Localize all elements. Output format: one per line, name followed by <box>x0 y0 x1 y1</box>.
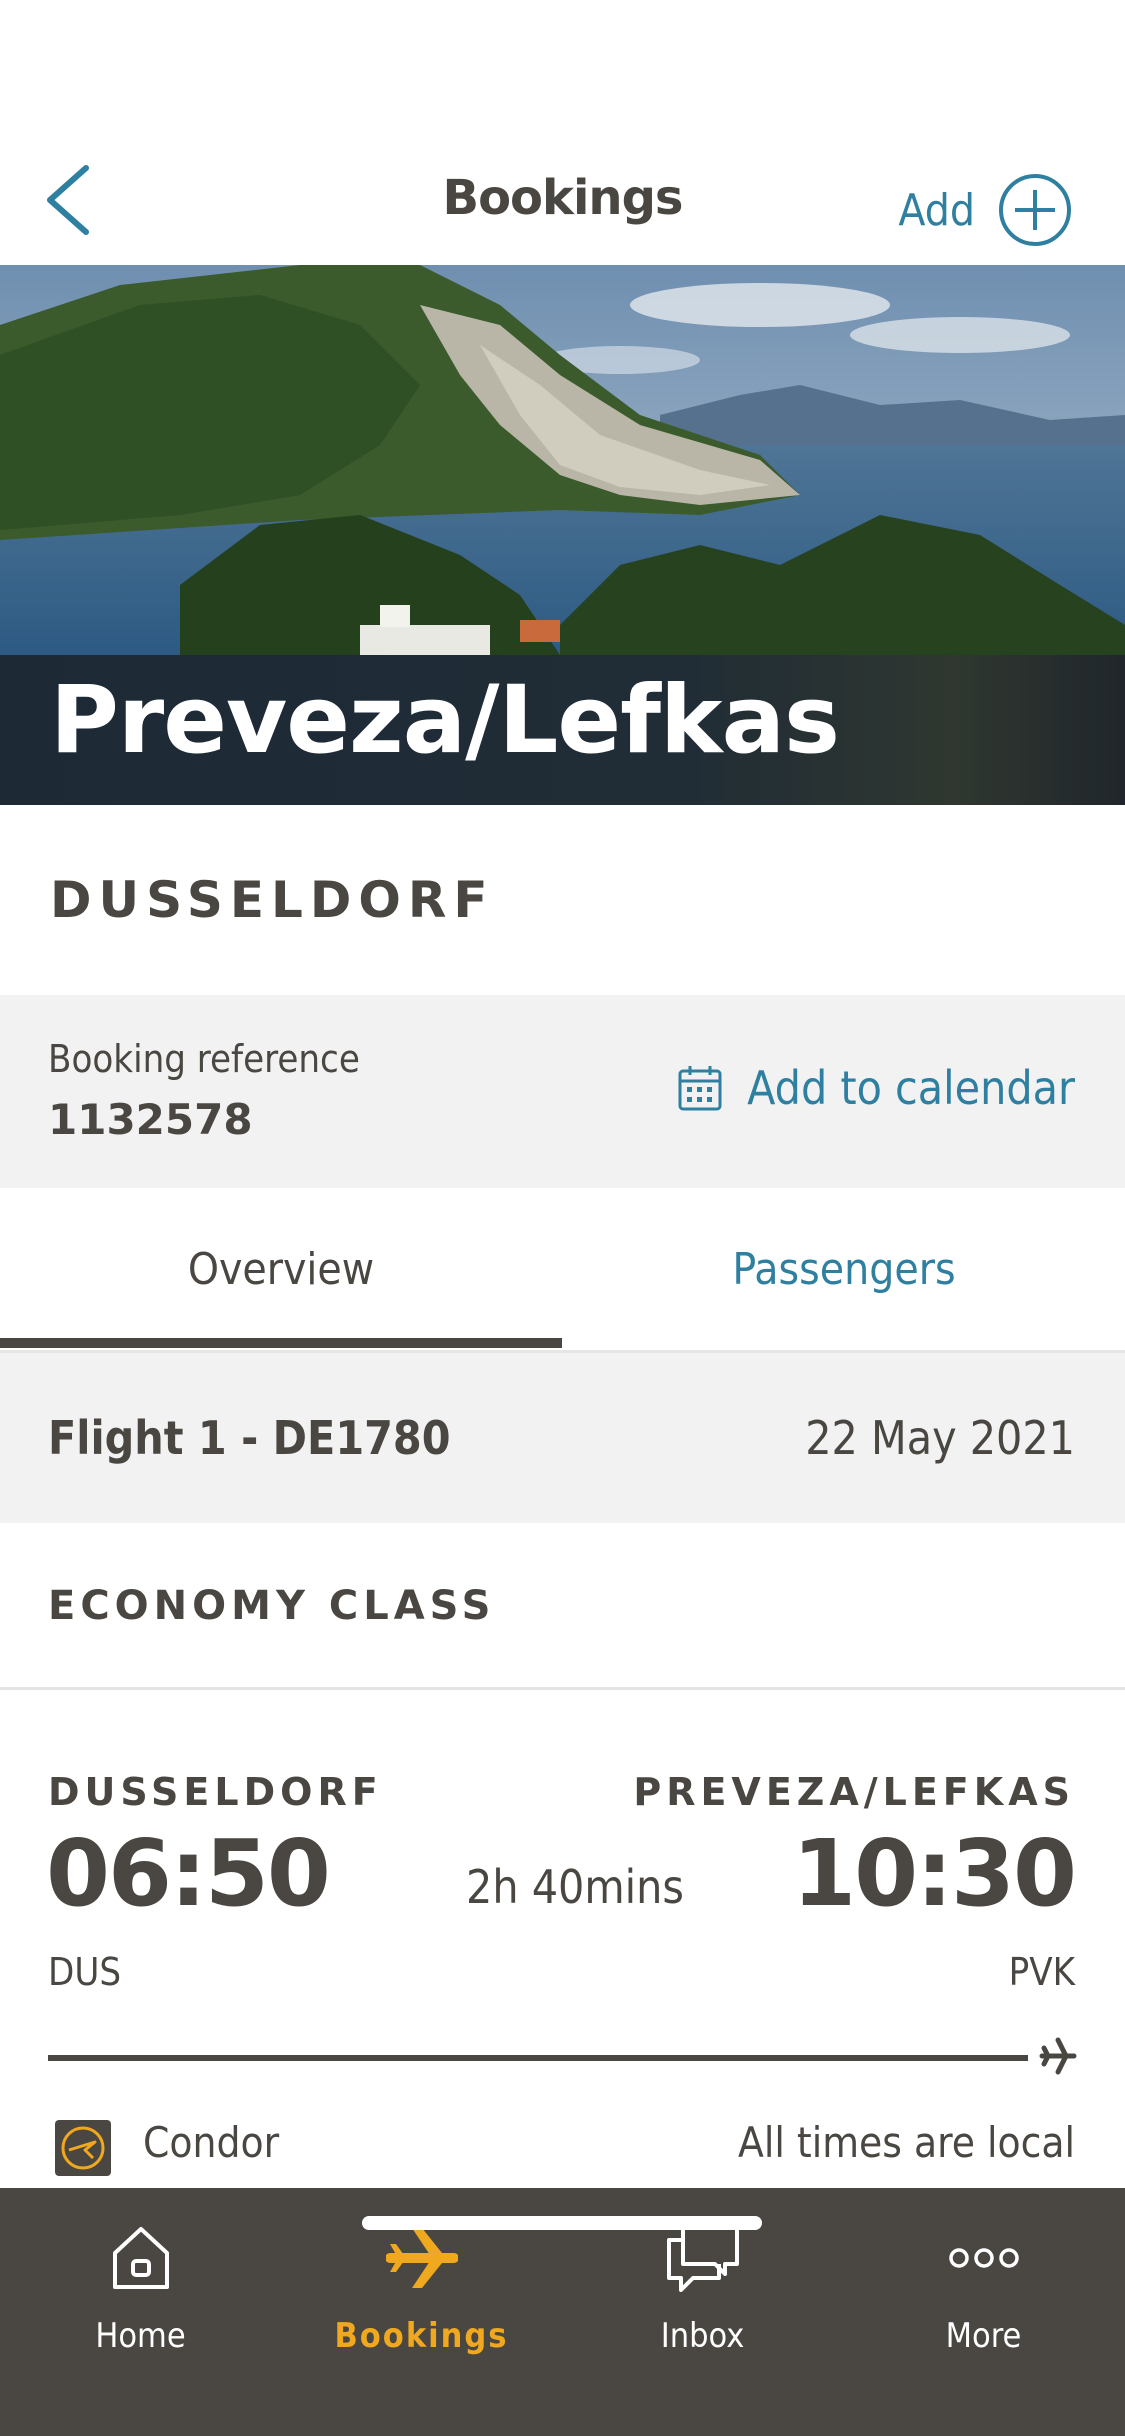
flight-header: Flight 1 - DE1780 22 May 2021 <box>0 1353 1125 1523</box>
home-icon <box>112 2227 169 2289</box>
origin-section: DUSSELDORF <box>0 805 1125 995</box>
origin-city: DUSSELDORF <box>50 871 495 929</box>
departure-airport-code: DUS <box>48 1950 122 1994</box>
flight-date: 22 May 2021 <box>805 1411 1075 1465</box>
tab-overview[interactable]: Overview <box>0 1188 562 1350</box>
nav-home-label: Home <box>95 2316 186 2356</box>
nav-bookings-label: Bookings <box>334 2316 509 2356</box>
flight-progress-line <box>48 2055 1028 2061</box>
plus-circle-icon <box>999 174 1071 246</box>
airline-name: Condor <box>143 2118 280 2167</box>
condor-logo-icon <box>55 2120 111 2176</box>
plane-icon <box>385 2228 458 2288</box>
tab-passengers[interactable]: Passengers <box>563 1188 1125 1350</box>
add-to-calendar-button[interactable]: Add to calendar <box>677 1061 1075 1115</box>
destination-title: Preveza/Lefkas <box>50 666 840 775</box>
nav-bar: Bookings Add <box>0 130 1125 265</box>
calendar-icon <box>678 1066 722 1111</box>
nav-inbox-label: Inbox <box>660 2316 745 2356</box>
back-button[interactable] <box>40 160 100 240</box>
local-times-note: All times are local <box>738 2118 1075 2167</box>
nav-more[interactable]: More <box>843 2188 1124 2398</box>
cabin-class-row: ECONOMY CLASS <box>0 1523 1125 1690</box>
chat-icon <box>666 2224 739 2292</box>
booking-tabs: Overview Passengers <box>0 1188 1125 1353</box>
home-indicator <box>362 2216 762 2230</box>
active-tab-indicator <box>0 1338 562 1348</box>
add-to-calendar-label: Add to calendar <box>747 1061 1075 1115</box>
booking-reference-label: Booking reference <box>48 1037 360 1081</box>
nav-home[interactable]: Home <box>0 2188 281 2398</box>
booking-reference-bar: Booking reference 1132578 Add to calenda… <box>0 995 1125 1188</box>
cabin-class: ECONOMY CLASS <box>48 1583 496 1629</box>
more-dots-icon <box>948 2248 1019 2268</box>
booking-reference-value: 1132578 <box>48 1095 253 1144</box>
add-label: Add <box>898 184 975 236</box>
departure-city: DUSSELDORF <box>48 1770 383 1814</box>
destination-band: Preveza/Lefkas <box>0 655 1125 805</box>
arrival-city: PREVEZA/LEFKAS <box>633 1770 1075 1814</box>
plane-icon <box>1039 2037 1077 2075</box>
chevron-left-icon <box>47 165 89 235</box>
arrival-airport-code: PVK <box>1008 1950 1075 1994</box>
flight-title: Flight 1 - DE1780 <box>48 1411 451 1465</box>
destination-hero: Preveza/Lefkas <box>0 265 1125 805</box>
add-booking-button[interactable]: Add <box>898 172 1073 248</box>
nav-more-label: More <box>945 2316 1022 2356</box>
arrival-time: 10:30 <box>792 1820 1077 1927</box>
flight-itinerary: DUSSELDORF PREVEZA/LEFKAS 06:50 2h 40min… <box>0 1690 1125 2190</box>
